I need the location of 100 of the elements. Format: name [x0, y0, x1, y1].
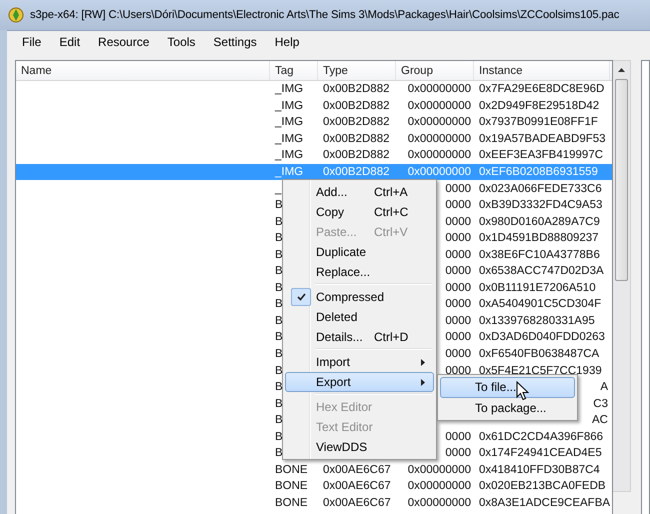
table-cell: B — [275, 447, 283, 460]
table-cell: 0x980D0160A289A7C9 — [479, 216, 600, 228]
table-cell: 0x00B2D882 — [323, 116, 390, 128]
mouse-cursor-icon — [516, 381, 529, 401]
table-cell: 0x00000000 — [408, 166, 471, 178]
table-cell: 0000 — [445, 348, 471, 360]
table-cell: 0xD3AD6D040FDD0263 — [479, 331, 605, 344]
menu-item[interactable]: Settings — [204, 35, 266, 49]
table-cell: 0x00000000 — [408, 132, 471, 145]
table-cell: 0x00AE6C67 — [323, 480, 391, 492]
table-cell: BONE — [275, 464, 308, 476]
table-cell: 0x00000000 — [408, 149, 471, 162]
menu-item[interactable]: ViewDDS — [285, 437, 434, 457]
table-cell: 0000 — [445, 447, 471, 460]
table-cell: B — [275, 364, 283, 377]
table-cell: 0xEEF3EA3FB419997C — [479, 149, 604, 162]
table-cell: 0000 — [445, 216, 471, 228]
table-cell: _IMG — [275, 132, 304, 145]
table-cell: 0x1339768280331A95 — [479, 314, 595, 327]
scrollbar-thumb[interactable] — [615, 79, 628, 281]
menu-item[interactable]: Import — [285, 352, 434, 372]
table-cell: 0x38E6FC10A43778B6 — [479, 248, 600, 261]
table-cell: 0000 — [445, 331, 471, 344]
table-cell: 0000 — [445, 232, 471, 244]
table-cell: BONE — [275, 480, 308, 492]
table-cell: 0x61DC2CD4A396F866 — [479, 430, 604, 443]
table-cell: 0x2D949F8E29518D42 — [479, 100, 600, 112]
table-cell: B — [275, 216, 283, 228]
table-cell: 0000 — [445, 314, 471, 327]
column-header[interactable]: Group — [396, 61, 474, 80]
menu-item[interactable]: To file... — [440, 377, 575, 398]
table-cell: 0x8A3E1ADCE9CEAFBA — [479, 496, 610, 509]
menu-item[interactable]: Compressed — [285, 287, 434, 307]
menu-item[interactable]: Resource — [89, 35, 158, 49]
table-cell: 0x00000000 — [408, 116, 471, 128]
table-cell: 0x174F24941CEAD4E5 — [479, 447, 602, 460]
menu-item[interactable]: Replace... — [285, 262, 434, 282]
table-cell: 0xA5404901C5CD304F — [479, 298, 602, 310]
table-cell: 0x7FA29E6E8DC8E96D — [479, 83, 604, 96]
table-cell: 0x00B2D882 — [323, 100, 390, 112]
table-cell: 0x00B2D882 — [323, 132, 390, 145]
table-cell: B — [275, 298, 283, 310]
menu-item[interactable]: File — [13, 35, 50, 49]
table-cell: _IMG — [275, 100, 304, 112]
table-cell: A — [600, 381, 608, 394]
table-cell: C3 — [593, 398, 608, 410]
menu-item[interactable]: Duplicate — [285, 242, 434, 262]
table-cell: _IMG — [275, 116, 304, 128]
table-cell: 0000 — [445, 430, 471, 443]
column-header[interactable]: Tag — [270, 61, 318, 80]
table-cell: 0x418410FFD30B87C4 — [479, 464, 600, 476]
table-cell: 0x5F4E21C5F7CC1939 — [479, 364, 602, 377]
menu-item[interactable]: Export — [285, 372, 434, 392]
table-cell: B — [275, 430, 283, 443]
menu-item[interactable]: Tools — [158, 35, 204, 49]
table-cell: 0x00B2D882 — [323, 149, 390, 162]
menu-item[interactable]: Help — [266, 35, 308, 49]
menu-item[interactable]: Copy Ctrl+C — [285, 202, 434, 222]
table-cell: 0xF6540FB0638487CA — [479, 348, 600, 360]
table-cell: B — [275, 381, 283, 394]
menu-item[interactable]: Add... Ctrl+A — [285, 182, 434, 202]
menu-item[interactable]: Deleted — [285, 307, 434, 327]
up-arrow-icon — [618, 68, 625, 72]
table-cell: B — [275, 232, 283, 244]
table-cell: 0000 — [445, 364, 471, 377]
table-cell: _IMG — [275, 166, 304, 178]
app-logo-icon — [8, 7, 24, 23]
column-header[interactable]: Type — [318, 61, 396, 80]
table-cell: 0x00000000 — [408, 480, 471, 492]
scrollbar[interactable] — [613, 60, 631, 492]
table-cell: 0x00B2D882 — [323, 166, 390, 178]
table-cell: 0x00000000 — [408, 100, 471, 112]
table-cell: 0x6538ACC747D02D3A — [479, 265, 604, 278]
table-cell: 0000 — [445, 248, 471, 261]
table-cell: _IMG — [275, 83, 304, 96]
table-cell: 0x19A57BADEABD9F53 — [479, 132, 606, 145]
table-cell: _IMG — [275, 149, 304, 162]
table-cell: B — [275, 398, 283, 410]
table-cell: BONE — [275, 496, 308, 509]
table-cell: 0x1D4591BD88809237 — [479, 232, 599, 244]
table-cell: B — [275, 248, 283, 261]
menu-item[interactable]: Edit — [50, 35, 90, 49]
table-cell: B — [275, 348, 283, 360]
table-cell: B — [275, 314, 283, 327]
column-header[interactable]: Instance — [474, 61, 610, 80]
table-cell: 0x00000000 — [408, 464, 471, 476]
table-cell: 0xB39D3332FD4C9A53 — [479, 199, 602, 212]
table-cell: 0x00000000 — [408, 83, 471, 96]
table-cell: B — [275, 199, 283, 212]
table-cell: 0x7937B0991E08FF1F — [479, 116, 598, 128]
menu-item[interactable]: To package... — [440, 398, 575, 418]
table-cell: B — [275, 414, 283, 426]
table-cell: 0000 — [445, 182, 471, 195]
table-cell: B — [275, 282, 283, 294]
table-cell: 0x00000000 — [408, 496, 471, 509]
table-cell: 0x0B11191E7206A510 — [479, 282, 596, 294]
table-cell: 0000 — [445, 282, 471, 294]
menu-item[interactable]: Details... Ctrl+D — [285, 327, 434, 347]
table-cell: B — [275, 265, 283, 278]
column-header[interactable]: Name — [16, 61, 270, 80]
